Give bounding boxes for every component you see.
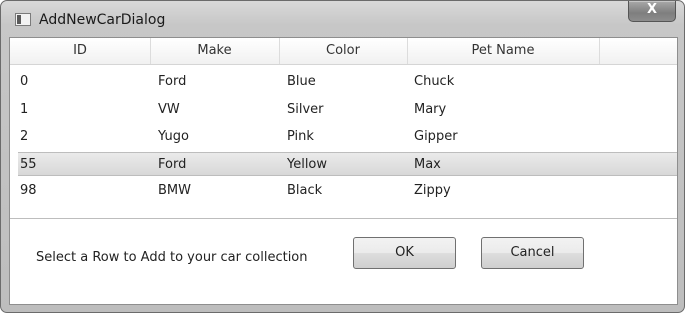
cell-pet-name: Gipper (414, 129, 458, 144)
table-row[interactable]: 1 VW Silver Mary (10, 98, 677, 122)
cell-make: Ford (158, 157, 187, 172)
column-header-color[interactable]: Color (279, 38, 408, 64)
instruction-text: Select a Row to Add to your car collecti… (36, 250, 308, 265)
cell-color: Pink (287, 129, 314, 144)
cell-id: 1 (20, 102, 29, 117)
close-button[interactable]: X (628, 1, 676, 22)
column-header-pet-name[interactable]: Pet Name (407, 38, 600, 64)
table-row[interactable]: 2 Yugo Pink Gipper (10, 125, 677, 149)
column-header-make[interactable]: Make (150, 38, 280, 64)
column-header-id[interactable]: ID (10, 38, 151, 64)
cell-id: 55 (20, 157, 37, 172)
cell-id: 98 (20, 183, 37, 198)
dialog-content: ID Make Color Pet Name 0 Ford Blue Chuck… (9, 37, 678, 305)
window-app-icon (15, 13, 31, 26)
cell-color: Blue (287, 74, 316, 89)
cancel-button[interactable]: Cancel (481, 237, 584, 269)
cell-pet-name: Zippy (414, 183, 451, 198)
cell-pet-name: Chuck (414, 74, 455, 89)
cell-pet-name: Mary (414, 102, 447, 117)
cars-data-grid[interactable]: ID Make Color Pet Name 0 Ford Blue Chuck… (10, 38, 677, 218)
title-bar[interactable]: AddNewCarDialog X (1, 1, 684, 37)
table-row[interactable]: 0 Ford Blue Chuck (10, 70, 677, 94)
footer-divider (10, 218, 677, 219)
window-title: AddNewCarDialog (39, 12, 166, 28)
table-row[interactable]: 98 BMW Black Zippy (10, 179, 677, 203)
add-new-car-dialog: AddNewCarDialog X ID Make Color Pet Name… (0, 0, 685, 313)
cell-make: BMW (158, 183, 191, 198)
table-row-selected[interactable]: 55 Ford Yellow Max (18, 152, 677, 176)
cell-id: 0 (20, 74, 29, 89)
ok-button[interactable]: OK (353, 237, 456, 269)
cell-color: Silver (287, 102, 324, 117)
cell-make: VW (158, 102, 180, 117)
close-icon: X (646, 2, 658, 17)
grid-header: ID Make Color Pet Name (10, 38, 677, 65)
cell-color: Black (287, 183, 323, 198)
cell-make: Yugo (158, 129, 189, 144)
cell-pet-name: Max (414, 157, 441, 172)
cell-id: 2 (20, 129, 29, 144)
cell-color: Yellow (287, 157, 328, 172)
cell-make: Ford (158, 74, 187, 89)
